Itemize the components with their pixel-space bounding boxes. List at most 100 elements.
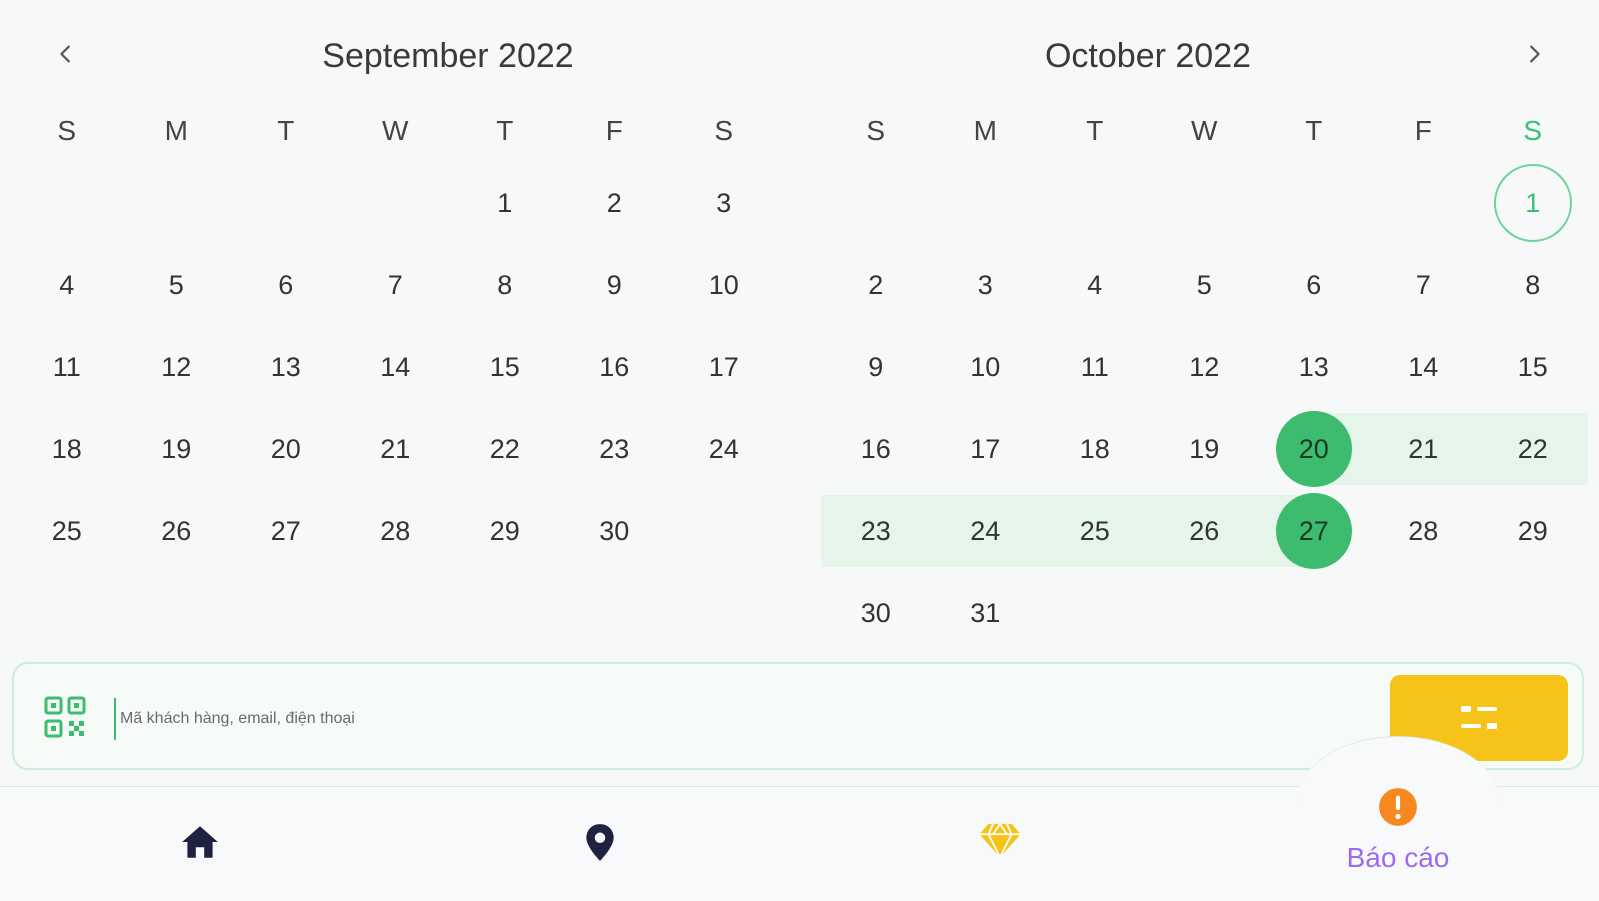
day-number[interactable]: 11: [1057, 329, 1133, 405]
day-cell[interactable]: 12: [122, 326, 232, 408]
day-number[interactable]: 6: [1276, 247, 1352, 323]
day-number[interactable]: 27: [248, 493, 324, 569]
day-cell[interactable]: 14: [1369, 326, 1479, 408]
day-number[interactable]: 28: [1385, 493, 1461, 569]
day-cell[interactable]: 12: [1150, 326, 1260, 408]
day-number[interactable]: 7: [1385, 247, 1461, 323]
day-cell[interactable]: 11: [12, 326, 122, 408]
day-cell[interactable]: 16: [560, 326, 670, 408]
day-cell[interactable]: 17: [931, 408, 1041, 490]
nav-item-home[interactable]: [170, 812, 230, 872]
day-cell-in-range[interactable]: 22: [1478, 408, 1588, 490]
day-number[interactable]: 14: [1385, 329, 1461, 405]
day-number[interactable]: 22: [467, 411, 543, 487]
day-number[interactable]: 10: [686, 247, 762, 323]
day-number[interactable]: 15: [467, 329, 543, 405]
day-number[interactable]: 30: [576, 493, 652, 569]
day-cell[interactable]: 10: [669, 244, 779, 326]
day-number[interactable]: 5: [138, 247, 214, 323]
day-number[interactable]: 11: [29, 329, 105, 405]
day-cell-range-end[interactable]: 27: [1259, 490, 1369, 572]
day-number[interactable]: 31: [947, 575, 1023, 651]
day-cell-in-range[interactable]: 21: [1368, 408, 1479, 490]
day-number[interactable]: 2: [576, 165, 652, 241]
day-number[interactable]: 15: [1495, 329, 1571, 405]
day-number[interactable]: 13: [248, 329, 324, 405]
day-number[interactable]: 9: [838, 329, 914, 405]
day-cell[interactable]: 2: [560, 162, 670, 244]
day-cell-range-start[interactable]: 20: [1259, 408, 1369, 490]
day-number[interactable]: 6: [248, 247, 324, 323]
day-cell[interactable]: 13: [231, 326, 341, 408]
day-number[interactable]: 24: [947, 493, 1023, 569]
day-cell[interactable]: 3: [931, 244, 1041, 326]
day-cell[interactable]: 8: [1478, 244, 1588, 326]
day-cell[interactable]: 5: [122, 244, 232, 326]
day-cell[interactable]: 30: [560, 490, 670, 572]
day-number[interactable]: 8: [1495, 247, 1571, 323]
day-cell[interactable]: 18: [1040, 408, 1150, 490]
day-cell[interactable]: 1: [450, 162, 560, 244]
day-number[interactable]: 12: [138, 329, 214, 405]
day-number[interactable]: 17: [686, 329, 762, 405]
day-cell[interactable]: 8: [450, 244, 560, 326]
day-cell-in-range[interactable]: 26: [1149, 490, 1260, 572]
next-month-button[interactable]: [1512, 32, 1556, 76]
day-number[interactable]: 29: [467, 493, 543, 569]
day-cell[interactable]: 28: [341, 490, 451, 572]
day-cell[interactable]: 18: [12, 408, 122, 490]
nav-item-location[interactable]: [570, 812, 630, 872]
day-number[interactable]: 23: [576, 411, 652, 487]
day-cell[interactable]: 20: [231, 408, 341, 490]
day-cell[interactable]: 19: [1150, 408, 1260, 490]
day-number[interactable]: 21: [1385, 411, 1461, 487]
day-number[interactable]: 16: [576, 329, 652, 405]
day-number[interactable]: 23: [838, 493, 914, 569]
day-cell-in-range[interactable]: 23: [821, 490, 931, 572]
day-number[interactable]: 3: [947, 247, 1023, 323]
day-number[interactable]: 26: [138, 493, 214, 569]
day-number[interactable]: 30: [838, 575, 914, 651]
day-number[interactable]: 1: [467, 165, 543, 241]
day-number[interactable]: 24: [686, 411, 762, 487]
day-cell[interactable]: 4: [1040, 244, 1150, 326]
day-cell[interactable]: 17: [669, 326, 779, 408]
day-number[interactable]: 21: [357, 411, 433, 487]
day-number[interactable]: 25: [1057, 493, 1133, 569]
day-number[interactable]: 26: [1166, 493, 1242, 569]
day-cell[interactable]: 27: [231, 490, 341, 572]
day-number[interactable]: 19: [1166, 411, 1242, 487]
day-number[interactable]: 25: [29, 493, 105, 569]
day-number[interactable]: 17: [947, 411, 1023, 487]
previous-month-button[interactable]: [44, 32, 88, 76]
day-number[interactable]: 20: [248, 411, 324, 487]
day-cell[interactable]: 7: [341, 244, 451, 326]
day-number[interactable]: 22: [1495, 411, 1571, 487]
day-cell[interactable]: 15: [1478, 326, 1588, 408]
day-cell-today[interactable]: 1: [1478, 162, 1588, 244]
day-cell[interactable]: 2: [821, 244, 931, 326]
day-cell[interactable]: 7: [1369, 244, 1479, 326]
day-cell[interactable]: 22: [450, 408, 560, 490]
day-cell[interactable]: 28: [1369, 490, 1479, 572]
day-number[interactable]: 9: [576, 247, 652, 323]
day-cell[interactable]: 10: [931, 326, 1041, 408]
day-number[interactable]: 4: [29, 247, 105, 323]
search-input[interactable]: [114, 698, 1322, 740]
day-cell[interactable]: 9: [560, 244, 670, 326]
day-cell[interactable]: 29: [1478, 490, 1588, 572]
day-number[interactable]: 20: [1275, 411, 1352, 487]
day-number[interactable]: 8: [467, 247, 543, 323]
day-cell[interactable]: 14: [341, 326, 451, 408]
day-number[interactable]: 28: [357, 493, 433, 569]
day-cell[interactable]: 30: [821, 572, 931, 654]
day-number[interactable]: 5: [1166, 247, 1242, 323]
day-number[interactable]: 12: [1166, 329, 1242, 405]
day-cell[interactable]: 29: [450, 490, 560, 572]
day-number[interactable]: 19: [138, 411, 214, 487]
day-number[interactable]: 16: [838, 411, 914, 487]
day-number[interactable]: 29: [1495, 493, 1571, 569]
day-number[interactable]: 4: [1057, 247, 1133, 323]
nav-item-report[interactable]: Báo cáo: [1300, 770, 1496, 890]
day-number[interactable]: 18: [29, 411, 105, 487]
